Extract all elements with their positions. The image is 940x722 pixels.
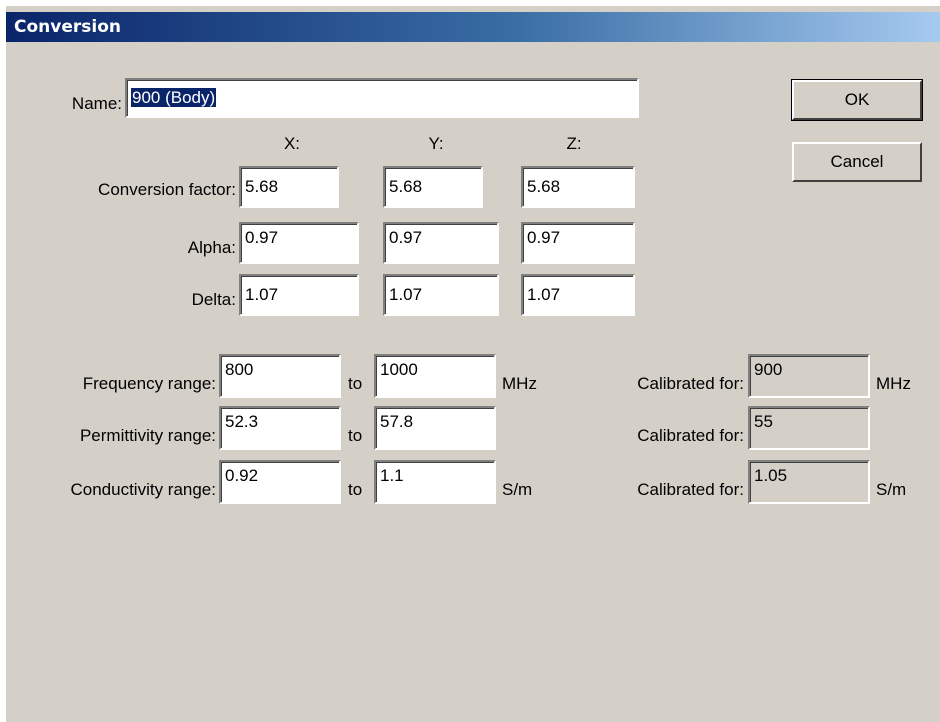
ok-button[interactable]: OK xyxy=(791,79,923,121)
delta-label: Delta: xyxy=(191,290,236,309)
alpha-x-input[interactable]: 0.97 xyxy=(239,222,359,264)
conversion-factor-z-input[interactable]: 5.68 xyxy=(521,166,635,208)
permittivity-range-label: Permittivity range: xyxy=(79,426,216,445)
conductivity-to-label: to xyxy=(348,480,363,499)
conductivity-calibrated-unit: S/m xyxy=(876,480,907,499)
window-title: Conversion xyxy=(14,17,121,37)
alpha-y-input[interactable]: 0.97 xyxy=(383,222,499,264)
axis-y-header: Y: xyxy=(428,134,444,153)
permittivity-to-input[interactable]: 57.8 xyxy=(374,406,496,450)
frequency-range-label: Frequency range: xyxy=(82,374,216,393)
cancel-button[interactable]: Cancel xyxy=(792,142,922,182)
conductivity-range-label: Conductivity range: xyxy=(70,480,216,499)
name-input-value: 900 (Body) xyxy=(131,88,217,107)
permittivity-calibrated-field: 55 xyxy=(748,406,870,450)
title-bar[interactable]: Conversion xyxy=(6,12,940,42)
conversion-factor-x-input[interactable]: 5.68 xyxy=(239,166,339,208)
delta-x-input[interactable]: 1.07 xyxy=(239,274,359,316)
conductivity-unit: S/m xyxy=(502,480,533,499)
alpha-z-input[interactable]: 0.97 xyxy=(521,222,635,264)
delta-z-input[interactable]: 1.07 xyxy=(521,274,635,316)
frequency-calibrated-label: Calibrated for: xyxy=(637,374,744,393)
conductivity-calibrated-label: Calibrated for: xyxy=(637,480,744,499)
conversion-dialog: Conversion Name: 900 (Body) OK Cancel X:… xyxy=(6,6,940,722)
permittivity-calibrated-label: Calibrated for: xyxy=(637,426,744,445)
frequency-calibrated-unit: MHz xyxy=(876,374,911,393)
conductivity-from-input[interactable]: 0.92 xyxy=(219,460,341,504)
permittivity-from-input[interactable]: 52.3 xyxy=(219,406,341,450)
permittivity-to-label: to xyxy=(348,426,363,445)
name-label: Name: xyxy=(71,94,122,113)
conductivity-calibrated-field: 1.05 xyxy=(748,460,870,504)
alpha-label: Alpha: xyxy=(187,238,236,257)
axis-z-header: Z: xyxy=(566,134,582,153)
frequency-calibrated-field: 900 xyxy=(748,354,870,398)
delta-y-input[interactable]: 1.07 xyxy=(383,274,499,316)
axis-x-header: X: xyxy=(283,134,301,153)
name-input[interactable]: 900 (Body) xyxy=(125,78,639,118)
frequency-from-input[interactable]: 800 xyxy=(219,354,341,398)
conversion-factor-label: Conversion factor: xyxy=(98,180,236,199)
frequency-to-label: to xyxy=(348,374,363,393)
frequency-to-input[interactable]: 1000 xyxy=(374,354,496,398)
conductivity-to-input[interactable]: 1.1 xyxy=(374,460,496,504)
conversion-factor-y-input[interactable]: 5.68 xyxy=(383,166,483,208)
frequency-unit: MHz xyxy=(502,374,537,393)
